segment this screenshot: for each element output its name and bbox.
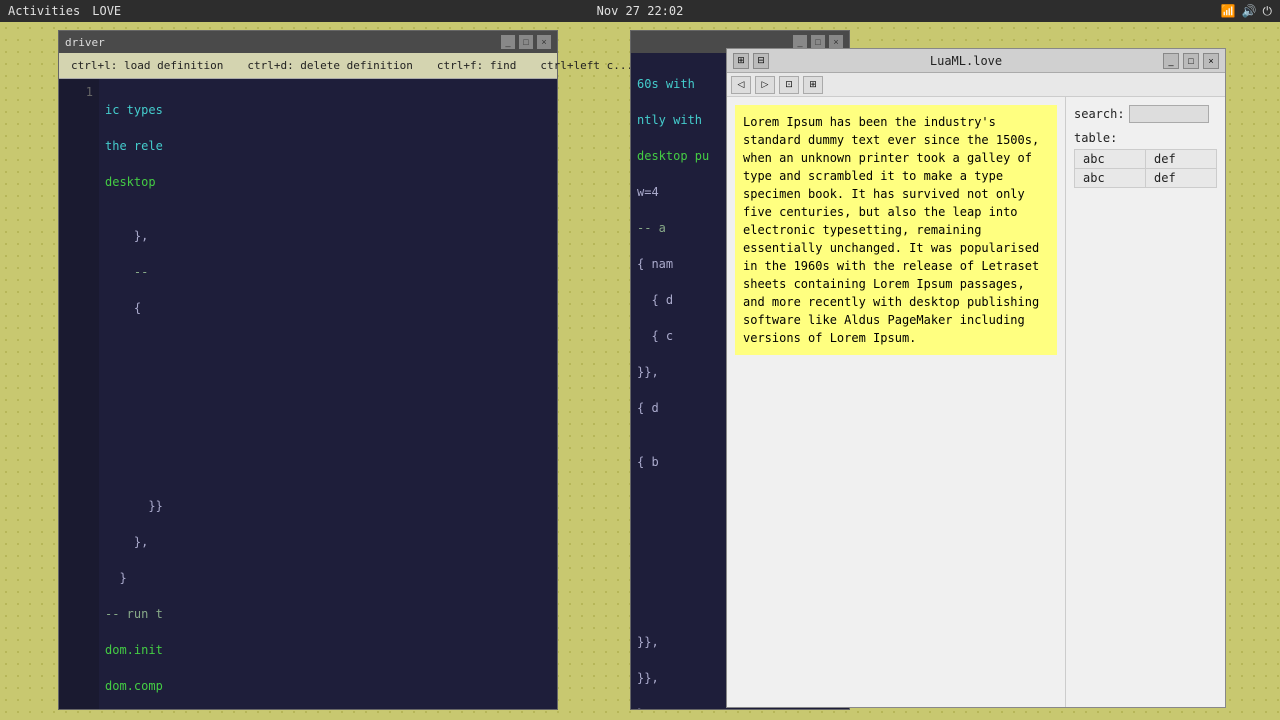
table-row: abc def [1075,150,1217,169]
luaml-controls-left: ⊞ ⊟ [733,53,769,69]
volume-icon: 🔊 [1242,4,1257,18]
toolbar-btn-1[interactable]: ◁ [731,76,751,94]
system-bar-center: Nov 27 22:02 [597,4,684,18]
network-icon: 📶 [1221,4,1236,18]
luaml-close[interactable]: × [1203,53,1219,69]
system-bar: Activities LOVE Nov 27 22:02 📶 🔊 ⏻ [0,0,1280,22]
table-label: table: [1074,131,1217,145]
luaml-window: ⊞ ⊟ LuaML.love _ □ × ◁ ▷ ⊡ ⊞ Lorem Ipsum… [726,48,1226,708]
search-row: search: [1074,105,1217,123]
table-cell-1-1: abc [1075,150,1146,169]
power-icon: ⏻ [1263,4,1273,19]
close-button[interactable]: × [537,35,551,49]
table-cell-2-2: def [1146,169,1217,188]
driver-code-content[interactable]: ic types the rele desktop }, -- { }} }, … [99,79,557,709]
line-number-1: 1 [59,83,93,101]
luaml-body: Lorem Ipsum has been the industry's stan… [727,97,1225,707]
data-table: abc def abc def [1074,149,1217,188]
luaml-btn1[interactable]: ⊞ [733,53,749,69]
editor2-maximize[interactable]: □ [811,35,825,49]
delete-definition-menu[interactable]: ctrl+d: delete definition [235,53,425,78]
table-cell-1-2: def [1146,150,1217,169]
search-label: search: [1074,107,1125,121]
luaml-titlebar: ⊞ ⊟ LuaML.love _ □ × [727,49,1225,73]
editor2-minimize[interactable]: _ [793,35,807,49]
activities-label[interactable]: Activities [8,4,80,18]
left-c-menu[interactable]: ctrl+left c... [528,53,645,78]
app-label[interactable]: LOVE [92,4,121,18]
lorem-ipsum-text: Lorem Ipsum has been the industry's stan… [735,105,1057,355]
luaml-title: LuaML.love [930,54,1002,68]
desktop: driver _ □ × ctrl+l: load definition ctr… [0,22,1280,720]
datetime-label: Nov 27 22:02 [597,4,684,18]
luaml-sidebar: search: table: abc def abc def [1065,97,1225,707]
luaml-minimize[interactable]: _ [1163,53,1179,69]
system-bar-right: 📶 🔊 ⏻ [1221,4,1272,19]
luaml-main-content: Lorem Ipsum has been the industry's stan… [727,97,1065,707]
maximize-button[interactable]: □ [519,35,533,49]
driver-menu-bar: ctrl+l: load definition ctrl+d: delete d… [59,53,557,79]
luaml-btn2[interactable]: ⊟ [753,53,769,69]
luaml-toolbar: ◁ ▷ ⊡ ⊞ [727,73,1225,97]
editor2-controls: _ □ × [793,35,843,49]
load-definition-menu[interactable]: ctrl+l: load definition [59,53,235,78]
driver-titlebar: driver _ □ × [59,31,557,53]
driver-code-area: 1 ic types the rele desktop }, -- { }} }… [59,79,557,709]
find-menu[interactable]: ctrl+f: find [425,53,528,78]
driver-editor-window: driver _ □ × ctrl+l: load definition ctr… [58,30,558,710]
line-numbers: 1 [59,79,99,709]
system-bar-left: Activities LOVE [8,4,121,18]
minimize-button[interactable]: _ [501,35,515,49]
editor2-close[interactable]: × [829,35,843,49]
toolbar-btn-3[interactable]: ⊡ [779,76,799,94]
luaml-controls-right: _ □ × [1163,53,1219,69]
toolbar-btn-2[interactable]: ▷ [755,76,775,94]
driver-title: driver [65,36,105,49]
search-input[interactable] [1129,105,1209,123]
table-cell-2-1: abc [1075,169,1146,188]
table-row: abc def [1075,169,1217,188]
titlebar-controls: _ □ × [501,35,551,49]
luaml-maximize[interactable]: □ [1183,53,1199,69]
toolbar-btn-4[interactable]: ⊞ [803,76,823,94]
